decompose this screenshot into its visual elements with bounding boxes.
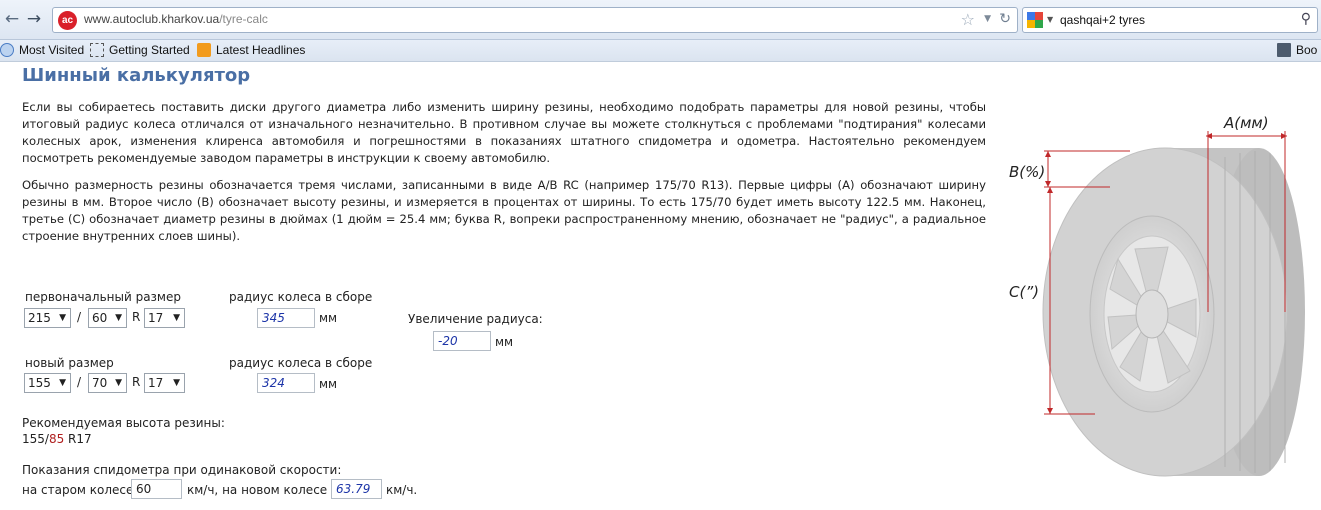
radius-increase-label: Увеличение радиуса: xyxy=(408,312,543,326)
page-icon xyxy=(90,43,104,57)
new-speed-field[interactable]: 63.79 xyxy=(331,479,382,499)
bookmark-label: Most Visited xyxy=(19,43,85,57)
intro-paragraph: Если вы собираетесь поставить диски друг… xyxy=(22,100,986,165)
new-wheel-label: км/ч, на новом колесе xyxy=(187,483,328,497)
label-c-diameter: C(”) xyxy=(1009,283,1039,301)
old-wheel-label: на старом колесе xyxy=(22,483,134,497)
new-width-select[interactable]: 155 ▼ xyxy=(24,373,71,393)
page-content: Шинный калькулятор Если вы собираетесь п… xyxy=(0,63,1321,510)
speedometer-label: Показания спидометра при одинаковой скор… xyxy=(22,463,342,477)
select-value: 60 xyxy=(92,311,108,325)
radius-increase-field[interactable]: -20 xyxy=(433,331,491,351)
r-separator: R xyxy=(132,310,141,324)
new-profile-select[interactable]: 70 ▼ xyxy=(88,373,127,393)
bookmark-label: Boo xyxy=(1296,43,1318,57)
bookmark-label: Getting Started xyxy=(109,43,190,57)
address-bar[interactable]: ac www.autoclub.kharkov.ua/tyre-calc ☆ ▼… xyxy=(52,7,1018,33)
bookmark-getting-started[interactable]: Getting Started xyxy=(90,43,190,57)
new-size-label: новый размер xyxy=(25,356,114,370)
unit-label: мм xyxy=(319,311,338,325)
history-dropdown-icon[interactable]: ▼ xyxy=(984,14,991,24)
recommended-diameter: R17 xyxy=(64,432,92,446)
chevron-down-icon: ▼ xyxy=(59,313,66,323)
url-text: www.autoclub.kharkov.ua/tyre-calc xyxy=(84,12,268,26)
forward-arrow-icon[interactable]: → xyxy=(24,9,44,29)
tyre-icon xyxy=(1042,147,1305,477)
bookmarks-menu[interactable]: Boo xyxy=(1277,43,1317,57)
search-bar[interactable]: ▼ qashqai+2 tyres ⚲ xyxy=(1022,7,1318,33)
original-width-select[interactable]: 215 ▼ xyxy=(24,308,71,328)
navigation-toolbar: ← → ac www.autoclub.kharkov.ua/tyre-calc… xyxy=(0,0,1321,40)
recommended-width: 155/ xyxy=(22,432,49,446)
page-title: Шинный калькулятор xyxy=(22,65,251,86)
chevron-down-icon: ▼ xyxy=(173,378,180,388)
new-radius-field[interactable]: 324 xyxy=(257,373,315,393)
search-input[interactable]: qashqai+2 tyres xyxy=(1060,13,1145,27)
google-engine-icon[interactable] xyxy=(1027,12,1043,28)
site-favicon-icon: ac xyxy=(58,11,77,30)
magnifier-icon[interactable]: ⚲ xyxy=(1301,11,1311,27)
bookmark-latest-headlines[interactable]: Latest Headlines xyxy=(197,43,305,57)
slash-separator: / xyxy=(77,310,82,324)
select-value: 215 xyxy=(28,311,51,325)
url-path: /tyre-calc xyxy=(219,12,268,26)
label-a-width: A(мм) xyxy=(1223,114,1269,132)
back-arrow-icon[interactable]: ← xyxy=(2,9,22,29)
recommended-profile: 85 xyxy=(48,432,65,446)
bookmark-star-icon[interactable]: ☆ xyxy=(961,10,975,29)
bookmarks-toolbar: Most Visited Getting Started Latest Head… xyxy=(0,40,1321,62)
format-paragraph: Обычно размерность резины обозначается т… xyxy=(22,178,986,243)
original-profile-select[interactable]: 60 ▼ xyxy=(88,308,127,328)
original-radius-field[interactable]: 345 xyxy=(257,308,315,328)
unit-label: мм xyxy=(319,377,338,391)
bookmark-label: Latest Headlines xyxy=(216,43,306,57)
most-visited-icon xyxy=(0,43,14,57)
select-value: 17 xyxy=(148,376,164,390)
bookmarks-icon xyxy=(1277,43,1291,57)
unit-label: мм xyxy=(495,335,514,349)
new-diameter-select[interactable]: 17 ▼ xyxy=(144,373,185,393)
rss-icon xyxy=(197,43,211,57)
r-separator: R xyxy=(132,375,141,389)
url-host: www.autoclub.kharkov.ua xyxy=(84,12,220,26)
original-diameter-select[interactable]: 17 ▼ xyxy=(144,308,185,328)
label-b-profile: B(%) xyxy=(1009,163,1045,181)
reload-icon[interactable]: ↻ xyxy=(999,11,1011,27)
chevron-down-icon: ▼ xyxy=(59,378,66,388)
kmh-unit-label: км/ч. xyxy=(386,483,418,497)
new-radius-label: радиус колеса в сборе xyxy=(229,356,373,370)
select-value: 70 xyxy=(92,376,108,390)
chevron-down-icon: ▼ xyxy=(115,313,122,323)
engine-dropdown-icon[interactable]: ▼ xyxy=(1047,15,1053,24)
original-radius-label: радиус колеса в сборе xyxy=(229,290,373,304)
chevron-down-icon: ▼ xyxy=(173,313,180,323)
original-size-label: первоначальный размер xyxy=(25,290,181,304)
tyre-diagram: A(мм) B(%) C(”) xyxy=(1009,114,1305,477)
old-speed-field[interactable]: 60 xyxy=(131,479,182,499)
recommended-value: 155/85 R17 xyxy=(22,432,92,446)
select-value: 17 xyxy=(148,311,164,325)
recommended-label: Рекомендуемая высота резины: xyxy=(22,416,225,430)
select-value: 155 xyxy=(28,376,51,390)
bookmark-most-visited[interactable]: Most Visited xyxy=(0,43,84,57)
slash-separator: / xyxy=(77,375,82,389)
chevron-down-icon: ▼ xyxy=(115,378,122,388)
